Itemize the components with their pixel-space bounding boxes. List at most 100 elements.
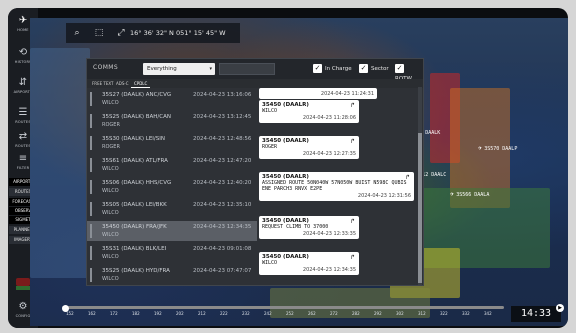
- checkbox-label: Sector: [371, 66, 389, 72]
- timestamp: 2024-04-23 12:48:56: [193, 136, 252, 142]
- timestamp: 2024-04-23 09:01:08: [193, 246, 252, 252]
- flight-id: 35450 (DAALR) FRA/JFK: [102, 224, 167, 230]
- timeline-tick-label: 192: [154, 311, 162, 316]
- message-bubble: ↱ 35450 (DAALR) ASSIGNED ROUTE 50N040W 5…: [259, 172, 414, 201]
- list-item[interactable]: 35S61 (DAALK) ATL/FRA WILCO 2024-04-23 1…: [87, 155, 257, 175]
- timestamp: 2024-04-23 12:34:35: [193, 224, 252, 230]
- expand-icon[interactable]: ⤢: [110, 23, 132, 43]
- timeline-tick-label: 332: [462, 311, 470, 316]
- timestamp: 2024-04-23 13:16:06: [193, 92, 252, 98]
- timeline-tick-label: 292: [374, 311, 382, 316]
- in-charge-checkbox[interactable]: ✓ In Charge: [313, 64, 352, 74]
- flight-id: 35S61 (DAALK) ATL/FRA: [102, 158, 168, 164]
- list-item[interactable]: 35S30 (DAALK) LEI/SIN ROGER 2024-04-23 1…: [87, 133, 257, 153]
- message-text: WILCO: [102, 276, 119, 282]
- message-body: ROGER: [262, 144, 278, 150]
- flight-id: 35S27 (DAALK) ANC/CVG: [102, 92, 172, 98]
- tab-ads-c[interactable]: ADS-C: [113, 79, 132, 88]
- chevron-down-icon: ▾: [209, 66, 212, 72]
- message-thread: 2024-04-23 11:24:31 ↱ 35450 (DAALR) WILC…: [259, 88, 424, 286]
- message-text: WILCO: [102, 188, 119, 194]
- latitude: 16° 36' 32" N: [130, 29, 174, 37]
- timeline-tick-label: 172: [110, 311, 118, 316]
- alert-indicator: [16, 278, 30, 286]
- timeline[interactable]: 152 162 172 182 192 202 212 222 232 242 252 262 272 2…: [58, 304, 510, 318]
- row-marker: [90, 92, 92, 106]
- flight-id: 35S05 (DAALK) LEI/BKK: [102, 202, 167, 208]
- message-text: WILCO: [102, 254, 119, 260]
- play-icon[interactable]: ▶: [556, 304, 564, 312]
- select-box-icon[interactable]: ⬚: [88, 23, 110, 43]
- weather-patch: [30, 48, 90, 278]
- coordinate-bar: ⌕ ⬚ ⤢ 16° 36' 32" N 051° 15' 45" W: [66, 23, 240, 43]
- timestamp: 2024-04-23 13:12:45: [193, 114, 252, 120]
- timeline-tick-label: 202: [176, 311, 184, 316]
- timestamp: 2024-04-23 12:35:10: [193, 202, 252, 208]
- timestamp: 2024-04-23 12:40:20: [193, 180, 252, 186]
- longitude: 051° 15' 45" W: [175, 29, 226, 37]
- timestamp: 2024-04-23 11:24:31: [320, 91, 374, 97]
- message-filter-select[interactable]: Everything ▾: [143, 63, 215, 75]
- flight-id: 35S06 (DAALK) HHS/CVG: [102, 180, 172, 186]
- message-body: REQUEST CLIMB TO 37000: [262, 224, 329, 230]
- timeline-tick-label: 152: [66, 311, 74, 316]
- timeline-tick-label: 322: [440, 311, 448, 316]
- scrollbar[interactable]: [418, 87, 422, 285]
- list-item[interactable]: 35S27 (DAALK) ANC/CVG WILCO 2024-04-23 1…: [87, 89, 257, 109]
- row-marker: [90, 180, 92, 194]
- panel-title: COMMS: [93, 64, 119, 71]
- timeline-track[interactable]: [62, 305, 504, 312]
- message-text: WILCO: [102, 100, 119, 106]
- list-item[interactable]: 35S25 (DAALK) HYD/FRA WILCO 2024-04-23 0…: [87, 265, 257, 285]
- timeline-tick-label: 282: [352, 311, 360, 316]
- forward-icon[interactable]: ↱: [350, 138, 355, 145]
- list-item[interactable]: 35S05 (DAALK) LEI/BKK WILCO 2024-04-23 1…: [87, 199, 257, 219]
- comms-panel: COMMS Everything ▾ ✓In Charge ✓Sector ✓ R…: [86, 58, 424, 286]
- row-marker: [90, 114, 92, 128]
- message-text: WILCO: [102, 166, 119, 172]
- flight-id: 35S25 (DAALK) HYD/FRA: [102, 268, 170, 274]
- airplane-icon: ✈: [478, 144, 483, 152]
- timeline-tick-label: 222: [220, 311, 228, 316]
- traffic-label[interactable]: ✈ 3S570 DAALP: [478, 144, 517, 152]
- forward-icon[interactable]: ↱: [350, 102, 355, 109]
- list-item[interactable]: 35S31 (DAALK) BLK/LEI WILCO 2024-04-23 0…: [87, 243, 257, 263]
- message-bubble: 2024-04-23 11:24:31: [259, 88, 377, 99]
- tab-cpdlc[interactable]: CPDLC: [131, 79, 151, 88]
- message-bubble: ↱ 35450 (DAALR) WILCO 2024-04-23 12:34:3…: [259, 252, 359, 275]
- row-marker: [90, 246, 92, 260]
- scrollbar-thumb[interactable]: [418, 133, 422, 283]
- checkbox-label: In Charge: [325, 66, 352, 72]
- traffic-text: 3S570 DAALP: [484, 146, 518, 152]
- message-body: WILCO: [262, 260, 278, 266]
- list-item[interactable]: 35S06 (DAALK) HHS/CVG WILCO 2024-04-23 1…: [87, 177, 257, 197]
- list-item-selected[interactable]: 35450 (DAALR) FRA/JFK WILCO 2024-04-23 1…: [87, 221, 257, 241]
- timeline-ticks: 152 162 172 182 192 202 212 222 232 242 252 262 272 2…: [58, 311, 510, 318]
- message-list: 35S27 (DAALK) ANC/CVG WILCO 2024-04-23 1…: [87, 89, 257, 285]
- timestamp: 2024-04-23 12:33:35: [302, 231, 356, 237]
- message-bubble: ↱ 35450 (DAALR) REQUEST CLIMB TO 37000 2…: [259, 216, 359, 239]
- flight-id: 35S31 (DAALK) BLK/LEI: [102, 246, 167, 252]
- forward-icon[interactable]: ↱: [405, 174, 410, 181]
- row-marker: [90, 268, 92, 282]
- timestamp: 2024-04-23 11:28:06: [302, 115, 356, 121]
- timeline-tick-label: 302: [396, 311, 404, 316]
- message-text: ROGER: [102, 144, 120, 150]
- forward-icon[interactable]: ↱: [350, 254, 355, 261]
- coordinate-readout: 16° 36' 32" N 051° 15' 45" W: [130, 23, 226, 43]
- sector-checkbox[interactable]: ✓ Sector: [359, 64, 389, 74]
- search-icon[interactable]: ⌕: [66, 23, 88, 43]
- device-frame: ✈ HOME ⟲ HISTORY ⇵ AIRPORTS ☰ ROUTES ⇄ R…: [8, 8, 568, 328]
- list-item[interactable]: 35S25 (DAALK) BAH/CAN ROGER 2024-04-23 1…: [87, 111, 257, 131]
- traffic-label[interactable]: ✈ 3S566 DAALA: [450, 190, 489, 198]
- row-marker: [90, 202, 92, 216]
- search-input[interactable]: [219, 63, 275, 75]
- check-icon: ✓: [313, 64, 322, 73]
- forward-icon[interactable]: ↱: [350, 218, 355, 225]
- timeline-tick-label: 232: [242, 311, 250, 316]
- status-indicator: [16, 286, 30, 290]
- traffic-text: 3S566 DAALA: [456, 192, 490, 198]
- timeline-tick-label: 312: [418, 311, 426, 316]
- timeline-tick-label: 252: [286, 311, 294, 316]
- row-marker: [90, 136, 92, 150]
